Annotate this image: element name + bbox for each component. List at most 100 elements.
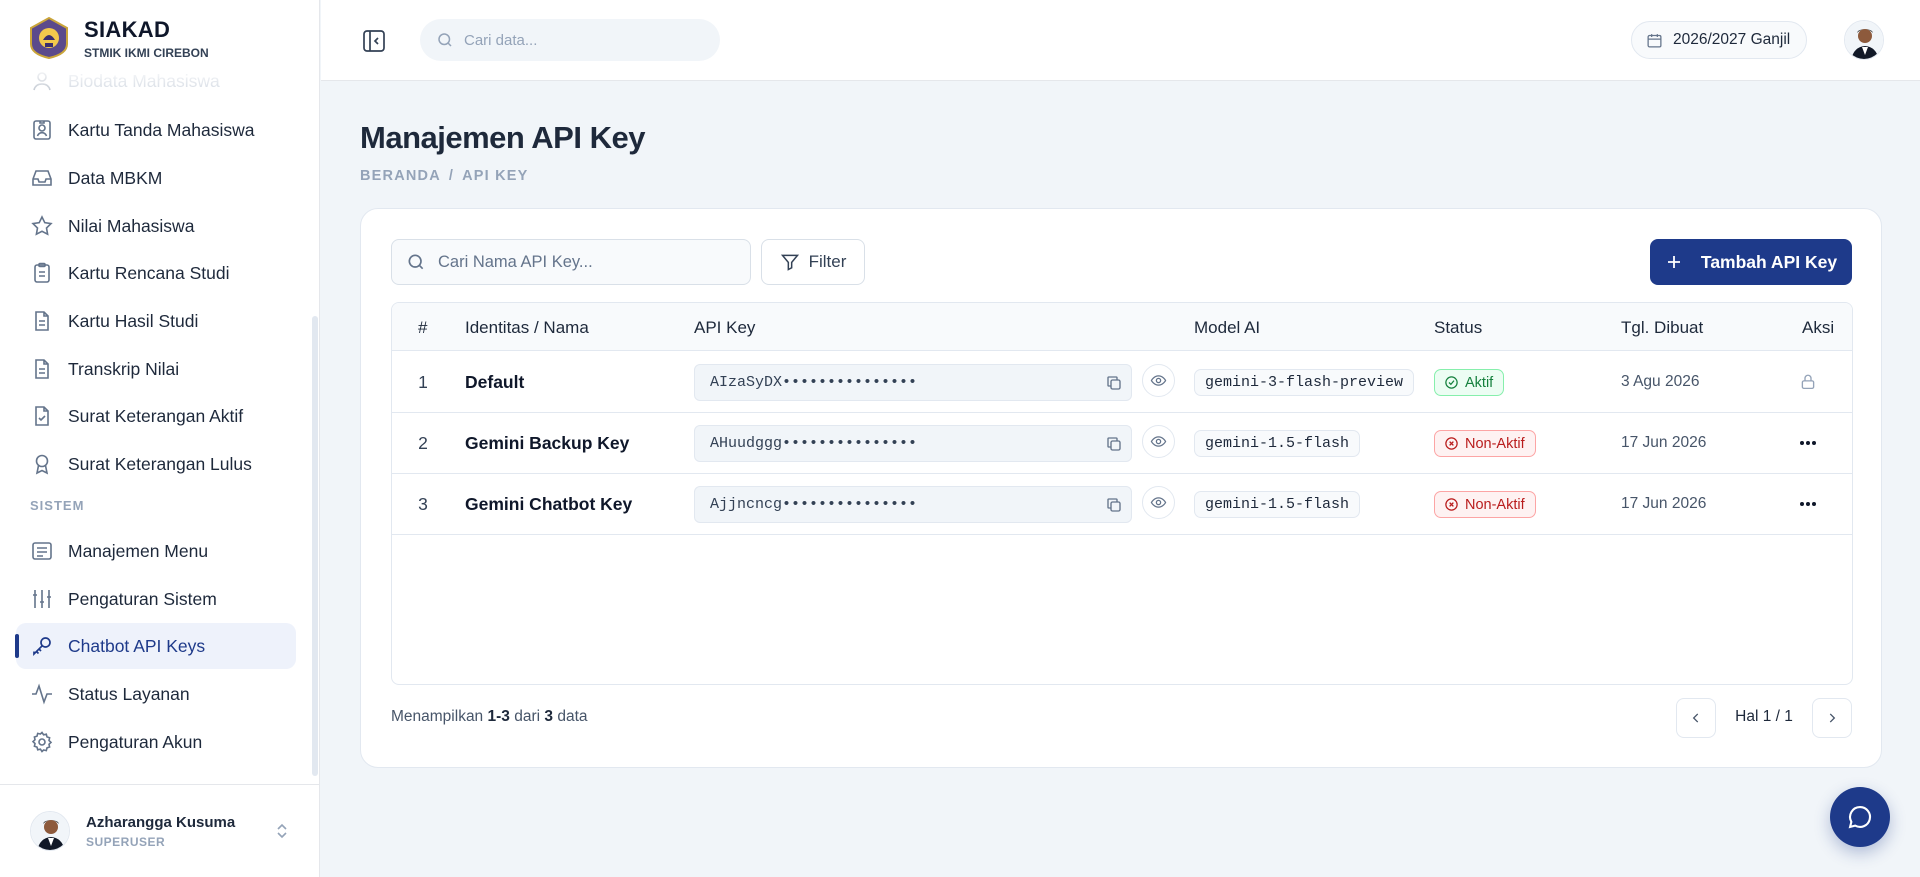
sidebar-item-label: Kartu Rencana Studi bbox=[68, 262, 230, 283]
sidebar-item-label: Biodata Mahasiswa bbox=[68, 70, 220, 91]
status-label: Non-Aktif bbox=[1465, 435, 1525, 452]
global-search[interactable] bbox=[420, 19, 720, 61]
sidebar-item-pengaturan-akun[interactable]: Pengaturan Akun bbox=[16, 719, 296, 765]
column-header: API Key bbox=[694, 318, 756, 337]
row-action-menu[interactable] bbox=[1796, 433, 1820, 453]
api-key-card: Filter Tambah API Key # Identitas / Nama… bbox=[360, 208, 1882, 768]
sidebar-item-label: Kartu Hasil Studi bbox=[68, 310, 199, 331]
created-date: 17 Jun 2026 bbox=[1621, 495, 1707, 512]
pagination-total: 3 bbox=[544, 708, 554, 725]
api-key-value: AHuudggg••••••••••••••• bbox=[710, 435, 918, 452]
lock-icon bbox=[1801, 374, 1815, 390]
sidebar-item-status-layanan[interactable]: Status Layanan bbox=[16, 671, 296, 717]
pagination-prefix: Menampilkan bbox=[391, 708, 484, 725]
sidebar-item-nilai-mahasiswa[interactable]: Nilai Mahasiswa bbox=[16, 203, 296, 249]
sidebar: SIAKAD STMIK IKMI CIREBON Biodata Mahasi… bbox=[0, 0, 320, 877]
award-icon bbox=[35, 454, 49, 475]
sidebar-toggle-icon[interactable] bbox=[361, 28, 387, 54]
column-header: Model AI bbox=[1194, 318, 1261, 337]
status-label: Aktif bbox=[1465, 374, 1494, 391]
sidebar-item-kartu-tanda-mahasiswa[interactable]: Kartu Tanda Mahasiswa bbox=[16, 107, 296, 153]
copy-icon[interactable] bbox=[1105, 435, 1123, 453]
filter-label: Filter bbox=[808, 252, 847, 271]
column-header: Aksi bbox=[1802, 318, 1835, 337]
avatar bbox=[30, 811, 70, 851]
sidebar-item-label: Pengaturan Sistem bbox=[68, 588, 217, 609]
user-profile-block[interactable]: Azharangga Kusuma SUPERUSER bbox=[0, 784, 320, 877]
file-check-icon bbox=[35, 406, 49, 426]
previous-page-button[interactable] bbox=[1676, 698, 1716, 738]
activity-icon bbox=[32, 683, 52, 705]
sidebar-item-biodata-mahasiswa[interactable]: Biodata Mahasiswa bbox=[16, 66, 296, 104]
check-circle-icon bbox=[1445, 376, 1458, 389]
model-chip: gemini-1.5-flash bbox=[1194, 430, 1361, 457]
avatar[interactable] bbox=[1844, 20, 1884, 60]
sidebar-item-transkrip-nilai[interactable]: Transkrip Nilai bbox=[16, 346, 296, 392]
add-api-key-label: Tambah API Key bbox=[1700, 251, 1838, 272]
table-row: 3 Gemini Chatbot Key Ajjncncg•••••••••••… bbox=[392, 474, 1852, 535]
column-header: Identitas / Nama bbox=[465, 318, 589, 337]
sidebar-item-pengaturan-sistem[interactable]: Pengaturan Sistem bbox=[16, 576, 296, 622]
key-name: Gemini Backup Key bbox=[465, 433, 630, 453]
pagination-middle: dari bbox=[514, 708, 541, 725]
plus-icon bbox=[1667, 256, 1680, 268]
more-icon bbox=[1800, 502, 1816, 506]
clipboard-icon bbox=[34, 262, 50, 283]
search-icon bbox=[438, 33, 452, 47]
table-header: # Identitas / Nama API Key Model AI Stat… bbox=[392, 303, 1852, 351]
row-action-menu[interactable] bbox=[1796, 494, 1820, 514]
active-indicator bbox=[15, 634, 19, 658]
key-name: Gemini Chatbot Key bbox=[465, 494, 633, 514]
copy-icon[interactable] bbox=[1105, 496, 1123, 514]
chevron-up-down-icon[interactable] bbox=[274, 821, 290, 841]
sidebar-item-surat-keterangan-aktif[interactable]: Surat Keterangan Aktif bbox=[16, 393, 296, 439]
sidebar-item-kartu-rencana-studi[interactable]: Kartu Rencana Studi bbox=[16, 250, 296, 296]
x-circle-icon bbox=[1445, 437, 1458, 450]
page-title: Manajemen API Key bbox=[360, 120, 645, 155]
pagination-info: Menampilkan 1-3 dari 3 data bbox=[391, 708, 588, 726]
model-chip: gemini-3-flash-preview bbox=[1194, 369, 1415, 396]
api-key-field: Ajjncncg••••••••••••••• bbox=[694, 486, 1132, 523]
app-title: SIAKAD bbox=[84, 16, 171, 42]
breadcrumb: BERANDA / API KEY bbox=[360, 168, 529, 184]
sidebar-item-label: Surat Keterangan Lulus bbox=[68, 453, 252, 474]
academic-year-selector[interactable]: 2026/2027 Ganjil bbox=[1631, 21, 1808, 59]
table-row: 2 Gemini Backup Key AHuudggg••••••••••••… bbox=[392, 413, 1852, 474]
inbox-icon bbox=[32, 170, 52, 186]
user-name: Azharangga Kusuma bbox=[86, 814, 236, 831]
sidebar-item-manajemen-menu[interactable]: Manajemen Menu bbox=[16, 528, 296, 574]
filter-button[interactable]: Filter bbox=[761, 239, 865, 285]
sidebar-item-surat-keterangan-lulus[interactable]: Surat Keterangan Lulus bbox=[16, 441, 296, 487]
breadcrumb-separator: / bbox=[448, 168, 455, 184]
chevron-right-icon bbox=[1829, 713, 1836, 723]
document-icon bbox=[35, 311, 49, 331]
brand[interactable]: SIAKAD STMIK IKMI CIREBON bbox=[28, 16, 209, 60]
api-key-field: AIzaSyDX••••••••••••••• bbox=[694, 364, 1132, 401]
chevron-left-icon bbox=[1692, 713, 1699, 723]
page-indicator: Hal 1 / 1 bbox=[1735, 708, 1793, 725]
status-label: Non-Aktif bbox=[1465, 496, 1525, 513]
next-page-button[interactable] bbox=[1812, 698, 1852, 738]
created-date: 3 Agu 2026 bbox=[1621, 373, 1700, 390]
sidebar-item-kartu-hasil-studi[interactable]: Kartu Hasil Studi bbox=[16, 298, 296, 344]
sidebar-item-data-mbkm[interactable]: Data MBKM bbox=[16, 155, 296, 201]
sidebar-item-label: Data MBKM bbox=[68, 167, 163, 188]
filter-icon bbox=[780, 254, 799, 271]
api-key-search-input[interactable] bbox=[438, 252, 728, 272]
api-key-search[interactable] bbox=[391, 239, 751, 285]
breadcrumb-home[interactable]: BERANDA bbox=[360, 168, 441, 184]
add-api-key-button[interactable]: Tambah API Key bbox=[1650, 239, 1852, 285]
toggle-visibility-button[interactable] bbox=[1142, 364, 1175, 397]
sidebar-scrollbar[interactable] bbox=[312, 316, 318, 776]
global-search-input[interactable] bbox=[464, 31, 684, 49]
toggle-visibility-button[interactable] bbox=[1142, 425, 1175, 458]
gear-icon bbox=[31, 731, 53, 753]
sliders-icon bbox=[33, 590, 51, 608]
toggle-visibility-button[interactable] bbox=[1142, 486, 1175, 519]
chat-button[interactable] bbox=[1830, 787, 1890, 847]
academic-year-label: 2026/2027 Ganjil bbox=[1673, 31, 1791, 48]
copy-icon[interactable] bbox=[1105, 374, 1123, 392]
pagination-suffix: data bbox=[557, 708, 588, 725]
sidebar-item-chatbot-api-keys[interactable]: Chatbot API Keys bbox=[16, 623, 296, 669]
eye-icon bbox=[1150, 375, 1167, 386]
